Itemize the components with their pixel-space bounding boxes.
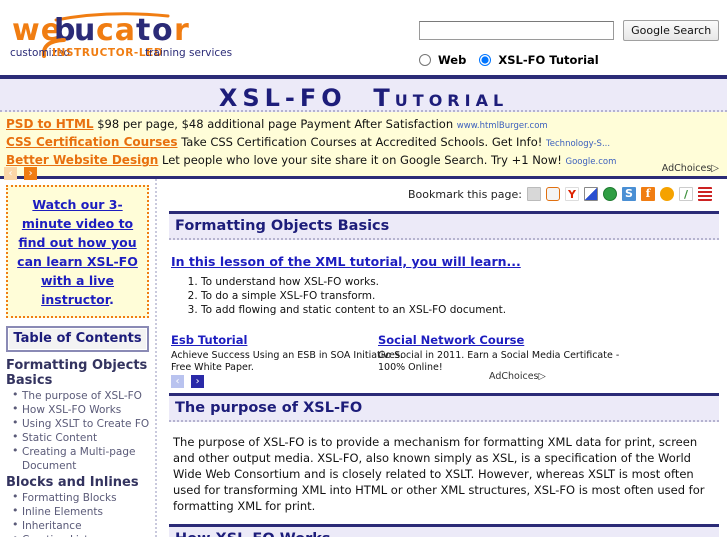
- ad-title-link[interactable]: CSS Certification Courses: [6, 135, 178, 149]
- page-root: we b u ca t o r customized INSTRUCTOR-LE…: [0, 0, 727, 545]
- adchoices-label: AdChoices: [661, 163, 712, 174]
- bookmark-label: Bookmark this page:: [408, 187, 522, 201]
- scope-tutorial-wrap[interactable]: XSL-FO Tutorial: [479, 52, 607, 67]
- top-ad-block: PSD to HTML $98 per page, $48 additional…: [0, 112, 727, 180]
- page-title: XSL-FO TUTORIAL: [0, 79, 727, 112]
- sidebar: Watch our 3-minute video to find out how…: [0, 179, 157, 537]
- lesson-objective-item: To understand how XSL-FO works.: [201, 275, 719, 289]
- ad-row: CSS Certification Courses Take CSS Certi…: [6, 134, 721, 152]
- page-title-main: XSL-FO: [218, 84, 347, 112]
- ask-icon[interactable]: /: [679, 187, 693, 201]
- bookmark-bar: Bookmark this page: Y Sf /: [169, 179, 719, 205]
- toc-item[interactable]: The purpose of XSL-FO: [6, 388, 151, 403]
- scope-web-wrap[interactable]: Web: [419, 52, 475, 67]
- scope-tutorial-label[interactable]: XSL-FO Tutorial: [498, 53, 598, 67]
- mid-ad-block: Esb Tutorial Achieve Success Using an ES…: [171, 329, 719, 390]
- ad-description: Let people who love your site share it o…: [161, 153, 562, 167]
- ad-row: Better Website Design Let people who lov…: [6, 152, 721, 170]
- ad-url: Google.com: [565, 157, 617, 167]
- ad-description: Take CSS Certification Courses at Accred…: [181, 135, 543, 149]
- page-title-rest: UTORIAL: [394, 91, 509, 110]
- lesson-objective-item: To add flowing and static content to an …: [201, 303, 719, 317]
- mid-ad-title-link[interactable]: Social Network Course: [378, 333, 524, 347]
- toc-item[interactable]: Static Content: [6, 430, 151, 445]
- svg-text:training services: training services: [145, 47, 232, 59]
- table-of-contents-button[interactable]: Table of Contents: [6, 326, 149, 352]
- svg-text:u: u: [74, 13, 96, 48]
- toc-item[interactable]: How XSL-FO Works: [6, 402, 151, 417]
- adchoices-triangle-icon: ▷: [711, 163, 719, 174]
- scope-web-radio[interactable]: [419, 53, 431, 66]
- search-scope-radios: Web XSL-FO Tutorial: [419, 52, 608, 67]
- section-heading-how-xsl-fo-works: How XSL-FO Works: [169, 524, 719, 537]
- facebook-icon[interactable]: f: [641, 187, 655, 201]
- reddit-icon[interactable]: [546, 187, 560, 201]
- ad-url: www.htmlBurger.com: [456, 121, 548, 131]
- mixx-icon[interactable]: [527, 187, 541, 201]
- section-body-purpose-of-xsl-fo: The purpose of XSL-FO is to provide a me…: [173, 435, 705, 513]
- mid-ad-nav: ‹ ›: [171, 371, 206, 390]
- table-of-contents: Formatting Objects Basics The purpose of…: [6, 358, 151, 537]
- mid-ad-column: Social Network Course Go Social in 2011.…: [378, 329, 628, 374]
- toc-item[interactable]: Creating a Multi-page Document: [6, 444, 151, 473]
- delicious-icon[interactable]: [584, 187, 598, 201]
- section-heading-formatting-objects-basics: Formatting Objects Basics: [169, 211, 719, 240]
- lesson-intro-heading[interactable]: In this lesson of the XML tutorial, you …: [171, 254, 719, 269]
- toc-heading-formatting-objects-basics: Formatting Objects Basics: [6, 358, 148, 388]
- svg-text:o: o: [152, 13, 174, 48]
- body-wrapper: Watch our 3-minute video to find out how…: [0, 179, 727, 537]
- mid-adchoices-link[interactable]: AdChoices▷: [489, 371, 546, 382]
- toc-item[interactable]: Using XSLT to Create FO: [6, 416, 151, 431]
- ad-title-link[interactable]: PSD to HTML: [6, 117, 94, 131]
- ad-row: PSD to HTML $98 per page, $48 additional…: [6, 116, 721, 134]
- section-heading-purpose-of-xsl-fo: The purpose of XSL-FO: [169, 393, 719, 422]
- ad-description: $98 per page, $48 additional page Paymen…: [97, 117, 454, 131]
- svg-text:r: r: [174, 13, 190, 48]
- mid-ad-prev-button[interactable]: ‹: [171, 375, 184, 388]
- adchoices-link[interactable]: AdChoices▷: [662, 163, 719, 174]
- toc-item[interactable]: Inline Elements: [6, 504, 151, 519]
- main-content: Bookmark this page: Y Sf / Formatting Objec…: [161, 179, 727, 537]
- video-promo-period: .: [109, 292, 114, 307]
- yahoo-buzz-icon[interactable]: Y: [565, 187, 579, 201]
- stumbleupon-icon[interactable]: [603, 187, 617, 201]
- toc-item[interactable]: Inheritance: [6, 518, 151, 533]
- toc-item[interactable]: Creating Lists: [6, 532, 151, 537]
- lesson-objectives-list: To understand how XSL-FO works. To do a …: [175, 275, 719, 317]
- mid-ad-next-button[interactable]: ›: [191, 375, 205, 388]
- webucator-logo[interactable]: we b u ca t o r customized INSTRUCTOR-LE…: [8, 8, 248, 63]
- ad-url: Technology-S...: [546, 139, 611, 149]
- page-title-banner: XSL-FO TUTORIAL: [0, 75, 727, 112]
- video-promo-link[interactable]: Watch our 3-minute video to find out how…: [17, 197, 138, 307]
- toc-list-blocks-and-inlines: Formatting Blocks Inline Elements Inheri…: [6, 490, 151, 537]
- simpy-icon[interactable]: S: [622, 187, 636, 201]
- page-title-lead: T: [373, 84, 395, 112]
- video-promo-box[interactable]: Watch our 3-minute video to find out how…: [6, 185, 149, 318]
- scope-web-label[interactable]: Web: [438, 53, 466, 67]
- mid-ad-title-link[interactable]: Esb Tutorial: [171, 333, 247, 347]
- mid-adchoices-label: AdChoices: [489, 371, 539, 382]
- scope-tutorial-radio[interactable]: [479, 53, 492, 66]
- qr-code-icon[interactable]: [698, 187, 712, 201]
- blogger-icon[interactable]: [660, 187, 674, 201]
- toc-item[interactable]: Formatting Blocks: [6, 490, 151, 505]
- toc-list-formatting-objects-basics: The purpose of XSL-FO How XSL-FO Works U…: [6, 388, 151, 473]
- svg-text:ca: ca: [96, 13, 136, 48]
- search-box: Google Search: [419, 20, 720, 41]
- site-header: we b u ca t o r customized INSTRUCTOR-LE…: [0, 0, 727, 75]
- svg-text:t: t: [136, 13, 151, 48]
- search-input[interactable]: [419, 21, 614, 40]
- lesson-objective-item: To do a simple XSL-FO transform.: [201, 289, 719, 303]
- google-search-button[interactable]: Google Search: [623, 20, 720, 41]
- mid-adchoices-triangle-icon: ▷: [538, 371, 546, 382]
- toc-heading-blocks-and-inlines: Blocks and Inlines: [6, 475, 139, 490]
